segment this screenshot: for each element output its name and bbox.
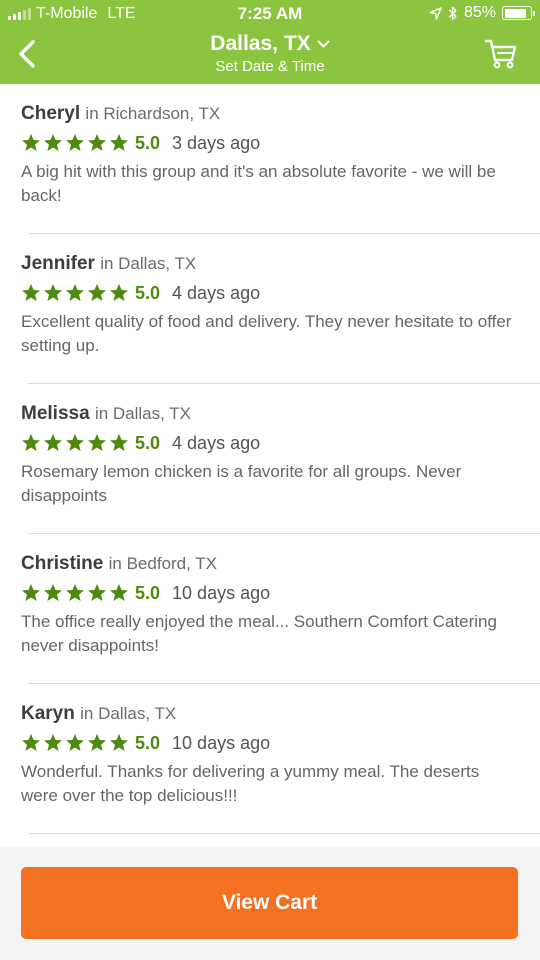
cart-button[interactable] <box>484 38 518 70</box>
reviewer-line: Jennifer in Dallas, TX <box>21 252 518 276</box>
star-icon <box>66 434 84 451</box>
rating-row: 5.0 4 days ago <box>21 282 518 304</box>
shopping-cart-icon <box>484 39 517 69</box>
status-bar: T-Mobile LTE 7:25 AM 85% <box>0 0 540 28</box>
review-age: 10 days ago <box>172 582 271 603</box>
reviewer-name: Melissa <box>21 403 90 424</box>
set-date-time-link[interactable]: Set Date & Time <box>0 58 540 75</box>
star-icon <box>44 584 62 601</box>
rating-row: 5.0 3 days ago <box>21 132 518 154</box>
city-selector[interactable]: Dallas, TX <box>210 32 330 56</box>
star-icon <box>22 584 40 601</box>
star-icon <box>44 434 62 451</box>
reviewer-line: Cheryl in Richardson, TX <box>21 102 518 126</box>
location-arrow-icon <box>429 6 442 20</box>
star-icon <box>44 284 62 301</box>
star-rating <box>21 733 129 753</box>
review-text: The office really enjoyed the meal... So… <box>21 612 497 655</box>
star-icon <box>44 734 62 751</box>
star-icon <box>110 434 128 451</box>
review-text: A big hit with this group and it's an ab… <box>21 162 496 205</box>
reviewer-location: in Dallas, TX <box>100 254 197 273</box>
rating-score: 5.0 <box>135 282 161 303</box>
rating-row: 5.0 10 days ago <box>21 732 518 754</box>
star-icon <box>66 134 84 151</box>
star-icon <box>22 434 40 451</box>
status-right: 85% <box>429 4 535 22</box>
bluetooth-icon <box>448 6 457 20</box>
review-item: Cheryl in Richardson, TX 5.0 3 days ago A b… <box>0 84 540 234</box>
star-icon <box>88 434 106 451</box>
star-icon <box>44 134 62 151</box>
star-icon <box>88 584 106 601</box>
reviewer-location: in Richardson, TX <box>85 104 221 123</box>
star-rating <box>21 583 129 603</box>
rating-row: 5.0 4 days ago <box>21 432 518 454</box>
review-item: Jennifer in Dallas, TX 5.0 4 days ago Excel… <box>0 234 540 384</box>
city-label: Dallas, TX <box>210 32 311 55</box>
reviewer-line: Christine in Bedford, TX <box>21 552 518 576</box>
star-icon <box>66 734 84 751</box>
review-item: Karyn in Dallas, TX 5.0 10 days ago Wonderf… <box>0 684 540 834</box>
battery-fill <box>504 8 526 18</box>
review-age: 3 days ago <box>172 132 261 153</box>
star-icon <box>110 734 128 751</box>
star-rating <box>21 283 129 303</box>
rating-score: 5.0 <box>135 582 161 603</box>
reviewer-name: Karyn <box>21 703 75 724</box>
review-text: Wonderful. Thanks for delivering a yummy… <box>21 762 480 805</box>
star-icon <box>88 134 106 151</box>
rating-score: 5.0 <box>135 132 161 153</box>
star-icon <box>110 584 128 601</box>
review-item: Melissa in Dallas, TX 5.0 4 days ago Rosema… <box>0 384 540 534</box>
star-icon <box>22 284 40 301</box>
review-text: Rosemary lemon chicken is a favorite for… <box>21 462 462 505</box>
rating-row: 5.0 10 days ago <box>21 582 518 604</box>
app-header: T-Mobile LTE 7:25 AM 85% Dallas, TX Set … <box>0 0 540 84</box>
reviews-list: Cheryl in Richardson, TX 5.0 3 days ago A b… <box>0 84 540 834</box>
review-age: 10 days ago <box>172 732 271 753</box>
star-icon <box>110 134 128 151</box>
view-cart-button[interactable]: View Cart <box>21 867 518 939</box>
star-icon <box>88 284 106 301</box>
reviewer-location: in Dallas, TX <box>94 404 191 423</box>
star-icon <box>22 734 40 751</box>
reviewer-name: Christine <box>21 553 104 574</box>
header-title: Dallas, TX Set Date & Time <box>0 32 540 75</box>
reviewer-line: Melissa in Dallas, TX <box>21 402 518 426</box>
rating-score: 5.0 <box>135 432 161 453</box>
reviewer-name: Jennifer <box>21 253 95 274</box>
review-text: Excellent quality of food and delivery. … <box>21 312 512 355</box>
battery-icon <box>502 6 535 20</box>
reviewer-name: Cheryl <box>21 103 81 124</box>
star-rating <box>21 133 129 153</box>
review-age: 4 days ago <box>172 282 261 303</box>
star-icon <box>110 284 128 301</box>
reviewer-line: Karyn in Dallas, TX <box>21 702 518 726</box>
review-item: Christine in Bedford, TX 5.0 10 days ago Th… <box>0 534 540 684</box>
star-icon <box>22 134 40 151</box>
reviewer-location: in Bedford, TX <box>108 554 217 573</box>
rating-score: 5.0 <box>135 732 161 753</box>
star-icon <box>88 734 106 751</box>
battery-percent: 85% <box>463 4 496 21</box>
review-age: 4 days ago <box>172 432 261 453</box>
star-rating <box>21 433 129 453</box>
star-icon <box>66 284 84 301</box>
chevron-down-icon <box>317 40 330 47</box>
star-icon <box>66 584 84 601</box>
reviewer-location: in Dallas, TX <box>80 704 177 723</box>
